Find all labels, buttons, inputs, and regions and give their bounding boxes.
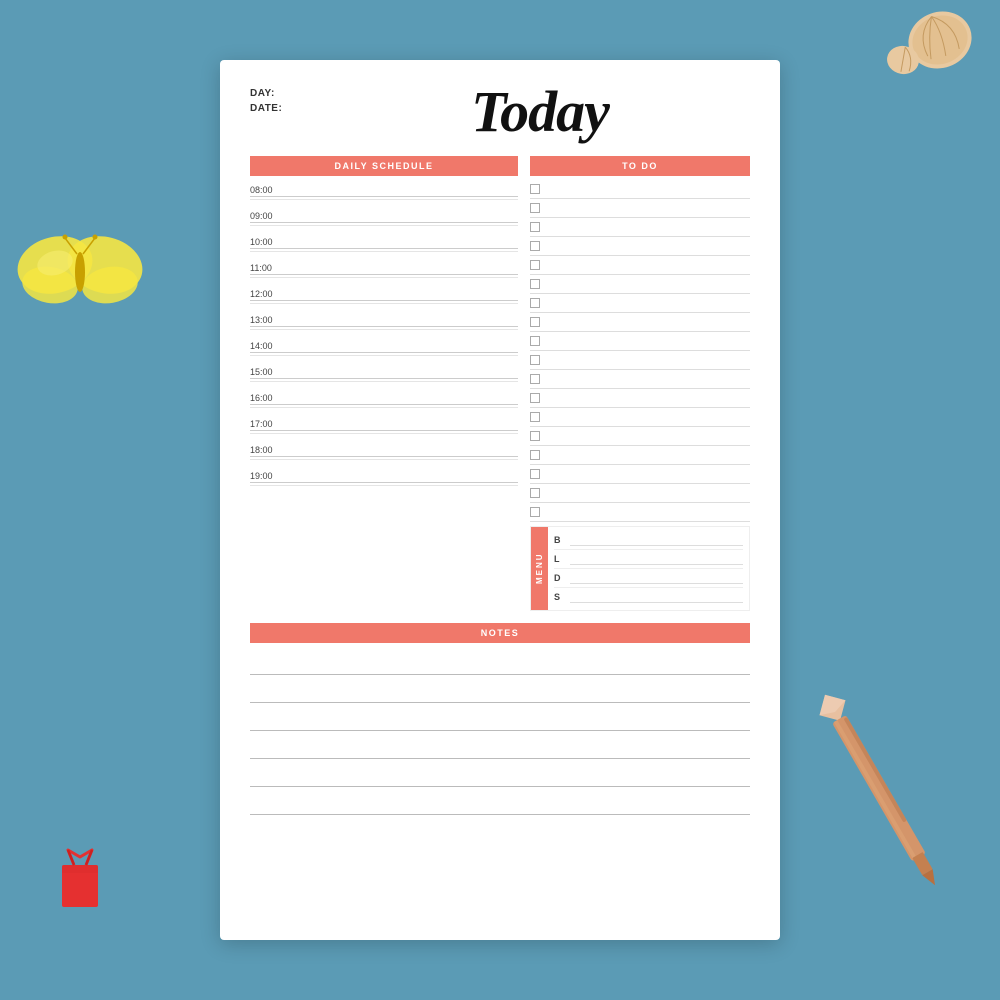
time-1600: 16:00 [250, 390, 518, 404]
menu-label: MENU [531, 527, 548, 610]
todo-checkbox-1[interactable] [530, 184, 540, 194]
todo-checkbox-11[interactable] [530, 374, 540, 384]
menu-item-l: L [554, 550, 743, 569]
time-0800: 08:00 [250, 182, 518, 196]
todo-checkbox-9[interactable] [530, 336, 540, 346]
time-1200: 12:00 [250, 286, 518, 300]
menu-d-label: D [554, 573, 564, 583]
todo-item-11 [530, 370, 750, 389]
day-label: DAY: [250, 88, 330, 99]
todo-header: TO DO [530, 156, 750, 176]
todo-item-16 [530, 465, 750, 484]
menu-items: B L D S [548, 527, 749, 610]
todo-item-3 [530, 218, 750, 237]
page-title: Today [330, 80, 750, 144]
schedule-header: DAILY SCHEDULE [250, 156, 518, 176]
time-1000: 10:00 [250, 234, 518, 248]
notes-line-4 [250, 735, 750, 759]
notes-line-2 [250, 679, 750, 703]
time-1500: 15:00 [250, 364, 518, 378]
butterfly-decoration [15, 220, 145, 320]
todo-checkbox-3[interactable] [530, 222, 540, 232]
schedule-row-0900: 09:00 [250, 206, 518, 232]
todo-item-13 [530, 408, 750, 427]
todo-item-6 [530, 275, 750, 294]
todo-checkbox-15[interactable] [530, 450, 540, 460]
time-1300: 13:00 [250, 312, 518, 326]
menu-s-label: S [554, 592, 564, 602]
notes-line-6 [250, 791, 750, 815]
todo-checkbox-16[interactable] [530, 469, 540, 479]
todo-checkbox-7[interactable] [530, 298, 540, 308]
menu-item-b: B [554, 531, 743, 550]
schedule-row-1200: 12:00 [250, 284, 518, 310]
todo-item-18 [530, 503, 750, 522]
date-label: DATE: [250, 103, 330, 114]
todo-checkbox-10[interactable] [530, 355, 540, 365]
time-1700: 17:00 [250, 416, 518, 430]
menu-l-label: L [554, 554, 564, 564]
menu-item-s: S [554, 588, 743, 606]
todo-item-1 [530, 180, 750, 199]
schedule-row-1500: 15:00 [250, 362, 518, 388]
time-1800: 18:00 [250, 442, 518, 456]
shell-top-decoration [885, 5, 975, 85]
todo-checkbox-12[interactable] [530, 393, 540, 403]
todo-item-9 [530, 332, 750, 351]
main-columns: DAILY SCHEDULE 08:00 09:00 10:00 11: [250, 156, 750, 611]
planner: DAY: DATE: Today DAILY SCHEDULE 08:00 09… [220, 60, 780, 940]
todo-item-14 [530, 427, 750, 446]
schedule-row-1700: 17:00 [250, 414, 518, 440]
todo-checkbox-13[interactable] [530, 412, 540, 422]
todo-checkbox-14[interactable] [530, 431, 540, 441]
schedule-row-1000: 10:00 [250, 232, 518, 258]
todo-checkbox-18[interactable] [530, 507, 540, 517]
todo-checkbox-5[interactable] [530, 260, 540, 270]
notes-line-3 [250, 707, 750, 731]
menu-b-label: B [554, 535, 564, 545]
pen-decoration [808, 685, 953, 896]
todo-item-8 [530, 313, 750, 332]
notes-lines [250, 647, 750, 823]
todo-item-17 [530, 484, 750, 503]
menu-section: MENU B L D S [530, 526, 750, 611]
notes-section: NOTES [250, 623, 750, 823]
schedule-row-1400: 14:00 [250, 336, 518, 362]
todo-item-5 [530, 256, 750, 275]
todo-item-12 [530, 389, 750, 408]
notes-header: NOTES [250, 623, 750, 643]
todo-item-2 [530, 199, 750, 218]
todo-item-4 [530, 237, 750, 256]
todo-checkbox-4[interactable] [530, 241, 540, 251]
todo-item-7 [530, 294, 750, 313]
schedule-row-1100: 11:00 [250, 258, 518, 284]
schedule-column: DAILY SCHEDULE 08:00 09:00 10:00 11: [250, 156, 518, 611]
todo-column: TO DO MENU [530, 156, 750, 611]
notes-line-1 [250, 651, 750, 675]
todo-checkbox-6[interactable] [530, 279, 540, 289]
todo-checkbox-8[interactable] [530, 317, 540, 327]
notes-line-5 [250, 763, 750, 787]
binder-clip-decoration [50, 845, 110, 915]
planner-header: DAY: DATE: Today [250, 80, 750, 144]
time-1100: 11:00 [250, 260, 518, 274]
schedule-row-0800: 08:00 [250, 180, 518, 206]
time-1900: 19:00 [250, 468, 518, 482]
day-date-section: DAY: DATE: [250, 88, 330, 118]
schedule-row-1900: 19:00 [250, 466, 518, 492]
schedule-row-1600: 16:00 [250, 388, 518, 414]
time-1400: 14:00 [250, 338, 518, 352]
time-0900: 09:00 [250, 208, 518, 222]
schedule-row-1800: 18:00 [250, 440, 518, 466]
todo-item-15 [530, 446, 750, 465]
todo-checkbox-17[interactable] [530, 488, 540, 498]
schedule-row-1300: 13:00 [250, 310, 518, 336]
todo-checkbox-2[interactable] [530, 203, 540, 213]
todo-item-10 [530, 351, 750, 370]
menu-item-d: D [554, 569, 743, 588]
